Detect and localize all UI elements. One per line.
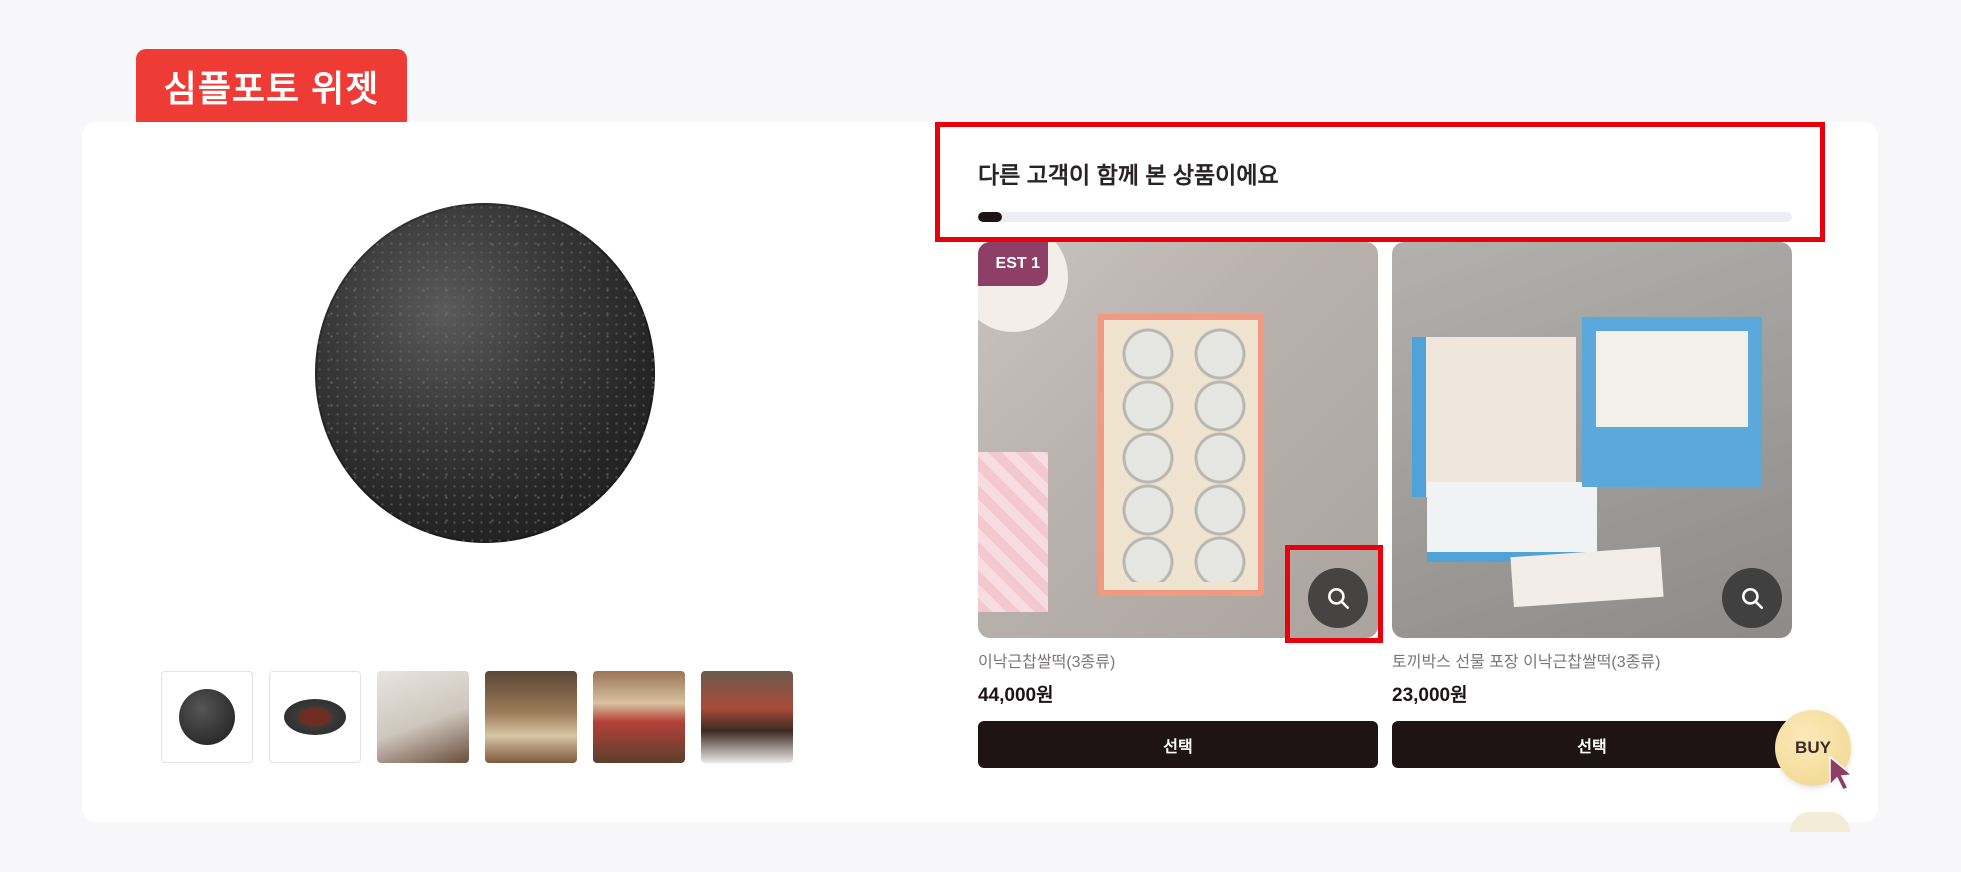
product-name[interactable]: 이낙근찹쌀떡(3종류): [978, 648, 1378, 672]
product-card: EST 1 이낙근찹쌀떡(3종류) 44,000원 선택: [978, 242, 1378, 768]
product-image[interactable]: EST 1: [978, 242, 1378, 638]
thumbnail-1[interactable]: [161, 671, 253, 763]
search-icon: [1742, 588, 1764, 610]
product-card: 토끼박스 선물 포장 이낙근찹쌀떡(3종류) 23,000원 선택: [1392, 242, 1792, 768]
main-product-image[interactable]: [315, 203, 655, 543]
product-image[interactable]: [1392, 242, 1792, 638]
select-button[interactable]: 선택: [1392, 721, 1792, 768]
product-price: 44,000원: [978, 685, 1054, 706]
product-price: 23,000원: [1392, 685, 1468, 706]
thumbnail-6[interactable]: [701, 671, 793, 763]
cursor-icon: [1829, 755, 1854, 791]
progress-fill: [978, 212, 1003, 222]
thumbnail-3[interactable]: [377, 671, 469, 763]
zoom-button[interactable]: [1722, 568, 1782, 628]
widget-tag: 심플포토 위젯: [136, 49, 407, 122]
thumbnail-4[interactable]: [485, 671, 577, 763]
thumbnail-strip: [161, 671, 793, 763]
search-icon: [1328, 588, 1350, 610]
floating-button-peek: [1790, 812, 1850, 832]
recommend-title: 다른 고객이 함께 본 상품이에요: [978, 162, 1279, 188]
thumbnail-5[interactable]: [593, 671, 685, 763]
select-button[interactable]: 선택: [978, 721, 1378, 768]
carousel-progress: [978, 212, 1792, 222]
rank-badge: EST 1: [978, 242, 1048, 286]
zoom-button[interactable]: [1308, 568, 1368, 628]
thumbnail-2[interactable]: [269, 671, 361, 763]
product-name[interactable]: 토끼박스 선물 포장 이낙근찹쌀떡(3종류): [1392, 648, 1792, 672]
